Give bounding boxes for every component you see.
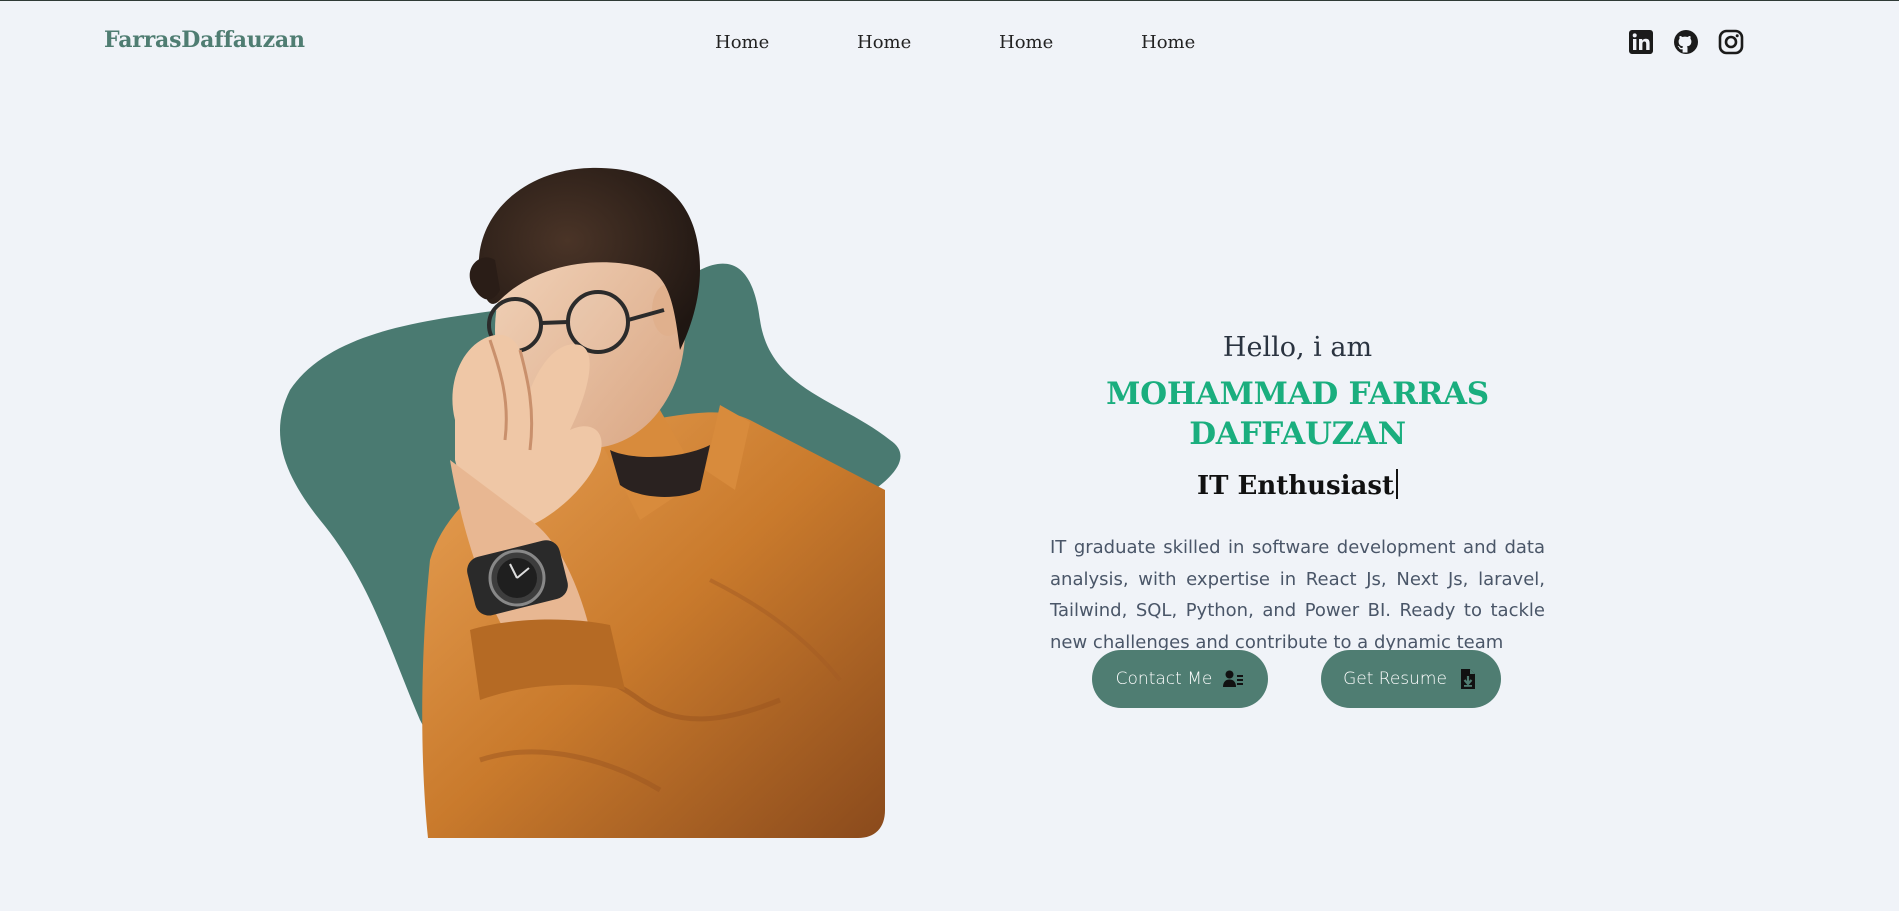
nav-link-home-1[interactable]: Home [715, 32, 857, 53]
instagram-icon[interactable] [1718, 29, 1744, 55]
hero-name: MOHAMMAD FARRAS DAFFAUZAN [1106, 376, 1489, 452]
social-links [1628, 29, 1744, 55]
contact-me-button[interactable]: Contact Me [1092, 650, 1268, 708]
hero-text: Hello, i am MOHAMMAD FARRAS DAFFAUZAN IT… [1000, 330, 1595, 708]
linkedin-icon[interactable] [1628, 29, 1654, 55]
contact-card-icon [1222, 668, 1244, 690]
typing-caret [1396, 469, 1399, 499]
file-download-icon [1457, 668, 1479, 690]
hero-bio: IT graduate skilled in software developm… [1050, 537, 1545, 653]
cta-buttons: Contact Me Get Resume [1092, 650, 1512, 708]
get-resume-label: Get Resume [1343, 669, 1447, 689]
nav-links: Home Home Home Home [715, 32, 1283, 53]
greeting: Hello, i am [1222, 332, 1373, 363]
role-text: IT Enthusiast [1196, 471, 1395, 501]
brand-logo[interactable]: FarrasDaffauzan [104, 27, 305, 53]
hero-photo [280, 160, 910, 840]
portrait-photo [280, 167, 901, 838]
nav-link-home-3[interactable]: Home [999, 32, 1141, 53]
person [422, 167, 885, 838]
github-icon[interactable] [1673, 29, 1699, 55]
get-resume-button[interactable]: Get Resume [1321, 650, 1501, 708]
nav-link-home-2[interactable]: Home [857, 32, 999, 53]
contact-me-label: Contact Me [1115, 669, 1213, 689]
hero-role: IT Enthusiast [1000, 468, 1595, 504]
nav-link-home-4[interactable]: Home [1141, 32, 1283, 53]
navbar: FarrasDaffauzan Home Home Home Home [0, 0, 1899, 86]
